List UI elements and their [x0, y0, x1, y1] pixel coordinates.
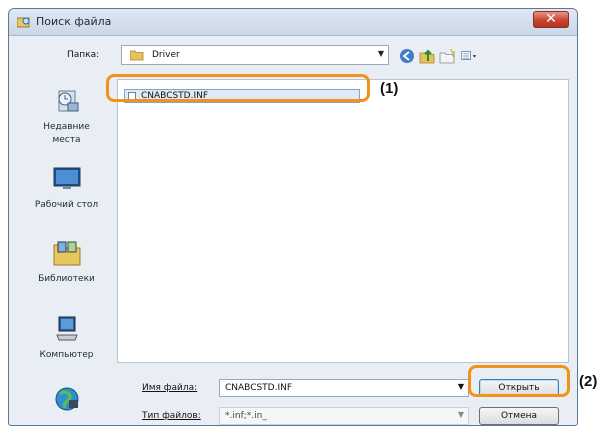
- chevron-down-icon: ▼: [457, 382, 464, 391]
- cancel-button[interactable]: Отмена: [479, 407, 559, 425]
- highlight-box-file: [106, 74, 370, 102]
- network-icon: [55, 387, 78, 411]
- place-recent[interactable]: Недавние места: [19, 87, 114, 147]
- callout-1: (1): [380, 80, 399, 97]
- callout-2: (2): [579, 373, 598, 390]
- file-open-dialog: Поиск файла ✕ Папка: Driver ▼ Недавние м…: [8, 8, 578, 426]
- close-icon: ✕: [545, 11, 557, 27]
- filetype-label: Тип файлов:: [142, 411, 201, 421]
- filename-field[interactable]: CNABCSTD.INF ▼: [219, 379, 469, 397]
- places-bar: Недавние места Рабочий стол Библиотеки К…: [19, 79, 114, 423]
- filetype-value: *.inf;*.in_: [225, 411, 267, 421]
- chevron-down-icon: ▼: [377, 49, 384, 58]
- toolbar: Папка: Driver ▼: [9, 36, 577, 76]
- search-file-icon: [17, 17, 30, 28]
- file-list[interactable]: CNABCSTD.INF: [117, 79, 569, 363]
- new-folder-icon[interactable]: [439, 48, 455, 64]
- filename-value: CNABCSTD.INF: [225, 383, 293, 393]
- place-desktop[interactable]: Рабочий стол: [19, 165, 114, 212]
- chevron-down-icon: ▼: [457, 410, 464, 419]
- view-menu-icon[interactable]: [461, 48, 477, 64]
- libraries-icon: [53, 241, 80, 266]
- window-title: Поиск файла: [36, 15, 112, 28]
- desktop-icon: [53, 167, 80, 189]
- place-computer-label: Компьютер: [39, 350, 94, 360]
- highlight-box-open: [468, 365, 570, 397]
- folder-icon: [130, 50, 144, 61]
- place-computer[interactable]: Компьютер: [19, 315, 114, 362]
- place-libraries[interactable]: Библиотеки: [19, 239, 114, 286]
- filetype-label-text: Тип файлов:: [142, 411, 201, 421]
- filename-label-text: Имя файла:: [142, 383, 198, 393]
- up-folder-icon[interactable]: [419, 48, 435, 64]
- filetype-select[interactable]: *.inf;*.in_ ▼: [219, 407, 469, 425]
- computer-icon: [55, 316, 78, 341]
- back-icon[interactable]: [399, 48, 415, 64]
- recent-places-icon: [58, 90, 78, 112]
- place-libraries-label: Библиотеки: [38, 274, 95, 284]
- place-network[interactable]: [19, 385, 114, 419]
- lookin-value: Driver: [152, 50, 180, 60]
- lookin-combo[interactable]: Driver ▼: [121, 45, 389, 65]
- title-bar: Поиск файла ✕: [9, 9, 577, 36]
- lookin-label: Папка:: [67, 50, 100, 60]
- place-recent-label: Недавние места: [43, 122, 90, 145]
- close-button[interactable]: ✕: [533, 11, 569, 28]
- place-desktop-label: Рабочий стол: [34, 200, 99, 210]
- filename-label: Имя файла:: [142, 383, 197, 393]
